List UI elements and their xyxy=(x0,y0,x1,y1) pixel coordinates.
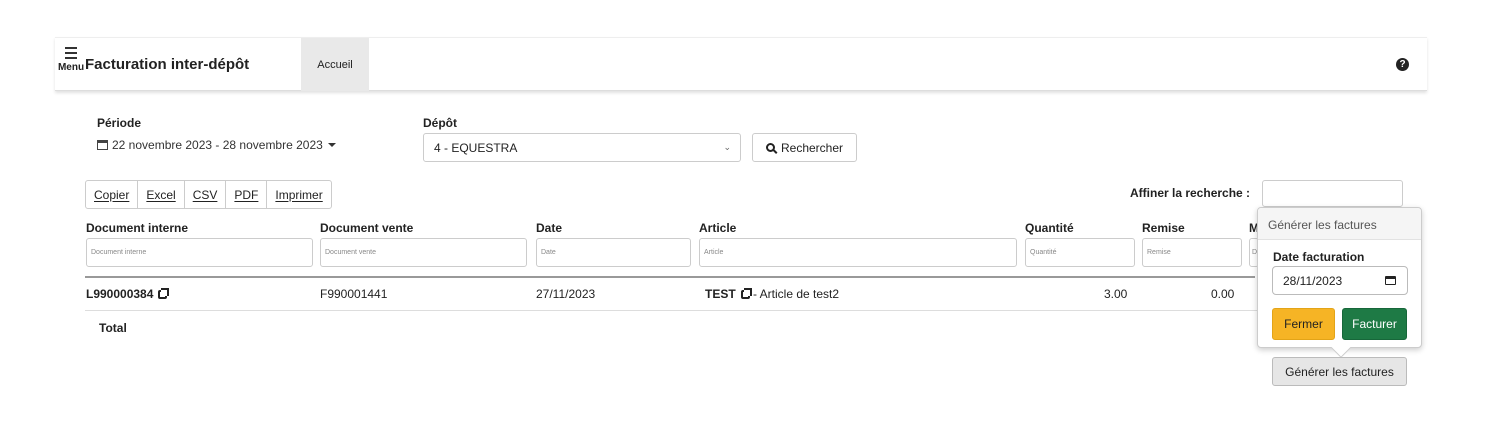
depot-label: Dépôt xyxy=(423,116,457,130)
search-icon xyxy=(765,143,775,152)
print-button[interactable]: Imprimer xyxy=(267,181,330,208)
filter-discount[interactable]: Remise xyxy=(1142,238,1242,267)
invoice-date-value: 28/11/2023 xyxy=(1283,274,1343,288)
article-desc: - Article de test2 xyxy=(749,287,840,301)
copy-button[interactable]: Copier xyxy=(86,181,139,208)
col-header-doc-internal[interactable]: Document interne xyxy=(86,221,188,235)
refine-search-label: Affiner la recherche : xyxy=(1130,186,1251,200)
col-header-article[interactable]: Article xyxy=(699,221,736,235)
filter-quantity[interactable]: Quantité xyxy=(1025,238,1135,267)
depot-select[interactable]: 4 - EQUESTRA ⌄ xyxy=(423,133,741,162)
top-bar: Menu Facturation inter-dépôt Accueil ? xyxy=(55,37,1427,91)
hamburger-icon xyxy=(65,47,77,59)
cell-doc-sale: F990001441 xyxy=(320,287,388,301)
filter-article[interactable]: Article xyxy=(699,238,1017,267)
total-label: Total xyxy=(99,321,127,335)
external-link-icon[interactable] xyxy=(158,288,170,299)
article-code: TEST xyxy=(705,287,736,301)
doc-internal-text: L990000384 xyxy=(86,287,154,301)
filter-doc-sale[interactable]: Document vente xyxy=(320,238,527,267)
period-picker[interactable]: 22 novembre 2023 - 28 novembre 2023 xyxy=(97,138,337,152)
row-divider xyxy=(85,310,1257,311)
app-title: Facturation inter-dépôt xyxy=(85,56,250,73)
popover-arrow xyxy=(1331,338,1351,358)
col-header-quantity[interactable]: Quantité xyxy=(1025,221,1074,235)
page: Menu Facturation inter-dépôt Accueil ? P… xyxy=(0,0,1502,426)
period-label: Période xyxy=(97,116,142,130)
generate-invoices-popover: Générer les factures Date facturation 28… xyxy=(1257,207,1422,358)
cell-date: 27/11/2023 xyxy=(536,287,596,301)
invoice-button[interactable]: Facturer xyxy=(1342,308,1407,340)
col-header-doc-sale[interactable]: Document vente xyxy=(320,221,413,235)
excel-button[interactable]: Excel xyxy=(138,181,185,208)
generate-invoices-button[interactable]: Générer les factures xyxy=(1272,357,1407,386)
close-button[interactable]: Fermer xyxy=(1272,308,1335,340)
col-header-date[interactable]: Date xyxy=(536,221,562,235)
popover-title: Générer les factures xyxy=(1258,208,1421,240)
search-button[interactable]: Rechercher xyxy=(752,133,857,162)
invoice-date-input[interactable]: 28/11/2023 xyxy=(1272,266,1408,295)
cell-article: TEST - Article de test2 xyxy=(705,287,839,301)
calendar-icon xyxy=(97,140,108,150)
help-icon[interactable]: ? xyxy=(1396,58,1409,71)
menu-label: Menu xyxy=(57,62,85,73)
caret-down-icon xyxy=(328,143,337,147)
cell-doc-internal[interactable]: L990000384 xyxy=(86,287,170,301)
search-button-label: Rechercher xyxy=(780,140,844,155)
depot-value: 4 - EQUESTRA xyxy=(434,141,518,155)
cell-quantity: 3.00 xyxy=(1104,287,1128,301)
chevron-down-icon: ⌄ xyxy=(723,142,731,152)
tab-home[interactable]: Accueil xyxy=(301,38,369,91)
calendar-icon[interactable] xyxy=(1385,276,1396,285)
header-divider xyxy=(85,276,1255,278)
period-value: 22 novembre 2023 - 28 novembre 2023 xyxy=(112,138,323,152)
invoice-date-label: Date facturation xyxy=(1273,250,1365,264)
filter-doc-internal[interactable]: Document interne xyxy=(86,238,313,267)
external-link-icon[interactable] xyxy=(740,288,752,299)
cell-discount: 0.00 xyxy=(1211,287,1235,301)
filter-date[interactable]: Date xyxy=(536,238,691,267)
menu-button[interactable]: Menu xyxy=(55,47,87,73)
refine-search-input[interactable] xyxy=(1262,180,1403,207)
col-header-discount[interactable]: Remise xyxy=(1142,221,1185,235)
csv-button[interactable]: CSV xyxy=(185,181,227,208)
export-button-group: Copier Excel CSV PDF Imprimer xyxy=(85,180,332,209)
pdf-button[interactable]: PDF xyxy=(226,181,268,208)
